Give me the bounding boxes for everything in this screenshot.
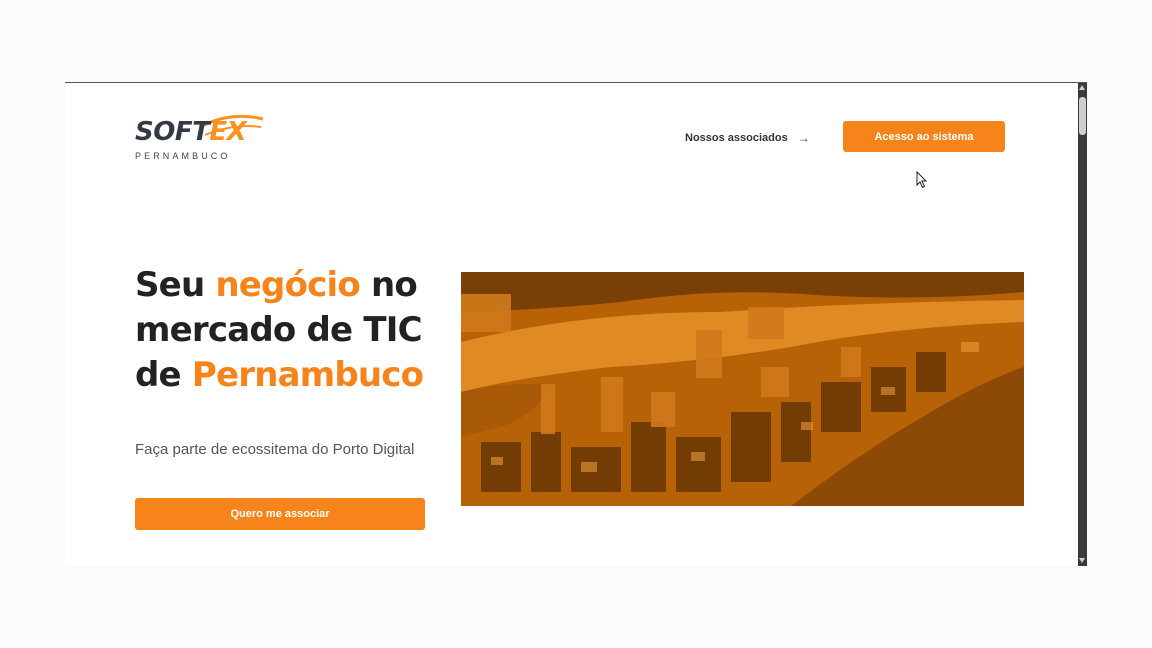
hero-title-highlight-negocio: negócio xyxy=(215,265,360,305)
access-system-button[interactable]: Acesso ao sistema xyxy=(843,121,1005,152)
city-aerial-image xyxy=(461,272,1024,506)
logo-soft: SOFT xyxy=(135,117,210,147)
mouse-pointer-icon xyxy=(916,171,928,189)
logo-ex: EX xyxy=(209,117,247,147)
join-button[interactable]: Quero me associar xyxy=(135,498,425,530)
arrow-right-icon: → xyxy=(797,131,810,145)
scroll-thumb[interactable] xyxy=(1079,97,1086,135)
nav-associates-link[interactable]: Nossos associados → xyxy=(685,131,810,145)
scroll-up-icon[interactable] xyxy=(1079,85,1085,90)
hero-title: Seu negócio no mercado de TIC de Pernamb… xyxy=(135,263,455,398)
softex-logo[interactable]: SOFTEX PERNAMBUCO xyxy=(135,113,265,163)
vertical-scrollbar[interactable] xyxy=(1078,83,1087,566)
scroll-down-icon[interactable] xyxy=(1079,558,1085,563)
hero-title-highlight-pernambuco: Pernambuco xyxy=(191,355,424,395)
logo-subtitle: PERNAMBUCO xyxy=(135,151,231,161)
logo-wordmark: SOFTEX xyxy=(135,117,247,147)
hero-subtitle: Faça parte de ecossitema do Porto Digita… xyxy=(135,441,415,458)
browser-viewport: SOFTEX PERNAMBUCO Nossos associados → Ac… xyxy=(65,82,1087,566)
hero-title-part1: Seu xyxy=(135,265,216,305)
nav-associates-label: Nossos associados xyxy=(685,132,788,144)
